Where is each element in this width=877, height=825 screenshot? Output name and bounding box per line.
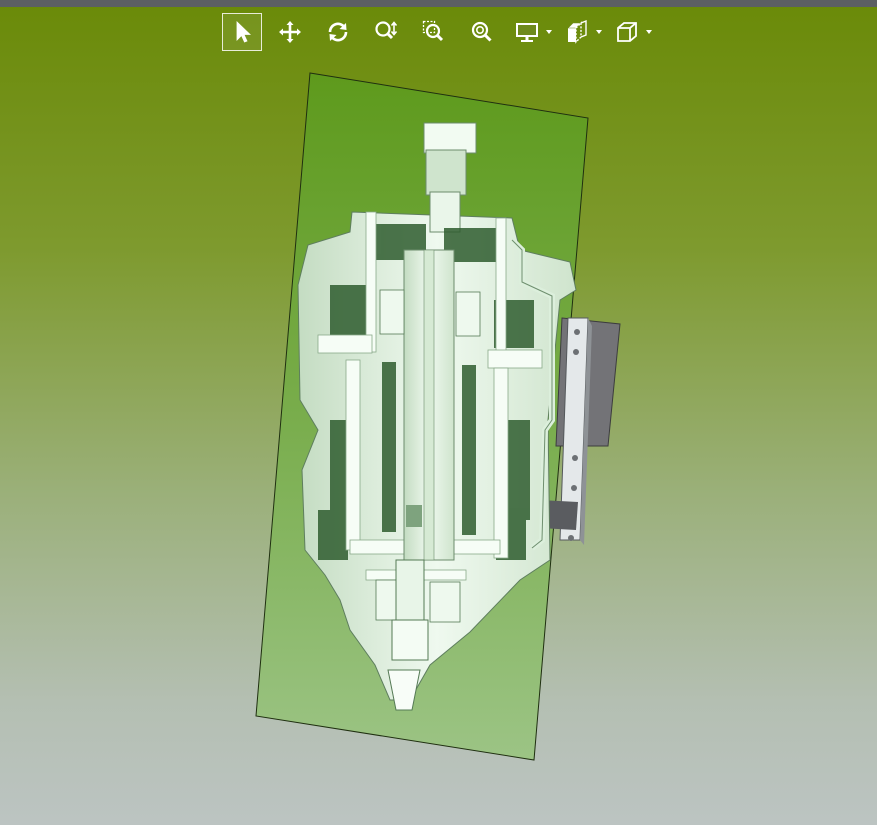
3d-viewport[interactable]: [0, 0, 877, 825]
